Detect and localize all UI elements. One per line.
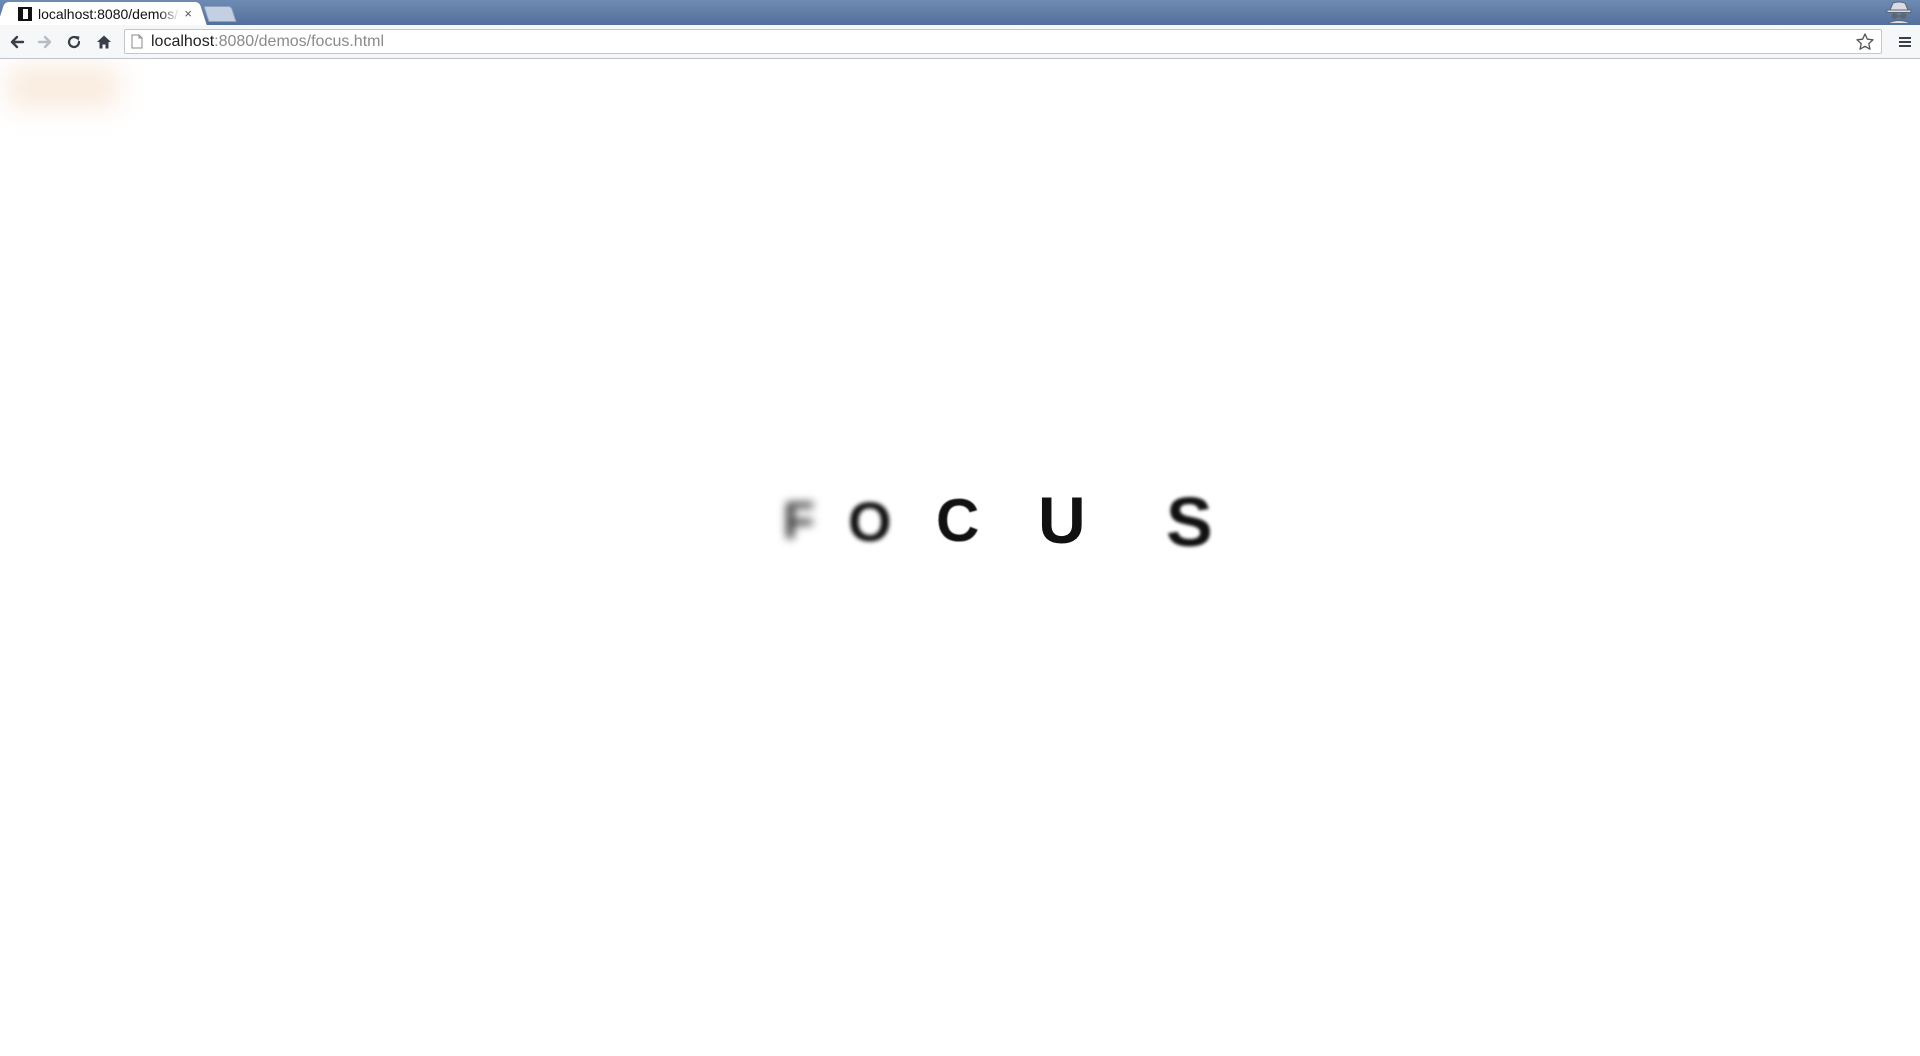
page-icon <box>131 34 143 49</box>
tab-close-icon[interactable]: × <box>184 6 192 21</box>
letter-c: C <box>936 487 980 554</box>
tab-strip: localhost:8080/demos/focus.html × <box>0 0 1920 26</box>
home-icon[interactable] <box>93 31 115 53</box>
reload-icon[interactable] <box>63 31 85 53</box>
new-tab-icon[interactable] <box>203 6 237 22</box>
page-content: F O C U S <box>0 59 1920 1056</box>
page-favicon-icon <box>18 6 32 21</box>
focus-word: F O C U S <box>0 59 1920 1056</box>
hamburger-menu-icon[interactable] <box>1894 31 1916 53</box>
url-host: localhost <box>151 32 215 50</box>
url-text[interactable]: localhost:8080/demos/focus.html <box>151 33 384 51</box>
browser-toolbar: localhost:8080/demos/focus.html <box>0 25 1920 59</box>
letter-s: S <box>1166 483 1213 561</box>
letter-u: U <box>1038 483 1086 557</box>
back-arrow-icon[interactable] <box>6 31 28 53</box>
bookmark-star-icon[interactable] <box>1855 32 1875 52</box>
letter-o: O <box>848 490 892 553</box>
incognito-icon <box>1886 1 1912 24</box>
forward-arrow-icon[interactable] <box>34 31 56 53</box>
tab-title: localhost:8080/demos/focus.html <box>38 5 181 22</box>
active-tab[interactable]: localhost:8080/demos/focus.html × <box>6 2 198 25</box>
url-path: :8080/demos/focus.html <box>214 32 385 50</box>
letter-f: F <box>783 492 815 550</box>
address-bar[interactable]: localhost:8080/demos/focus.html <box>124 29 1882 54</box>
